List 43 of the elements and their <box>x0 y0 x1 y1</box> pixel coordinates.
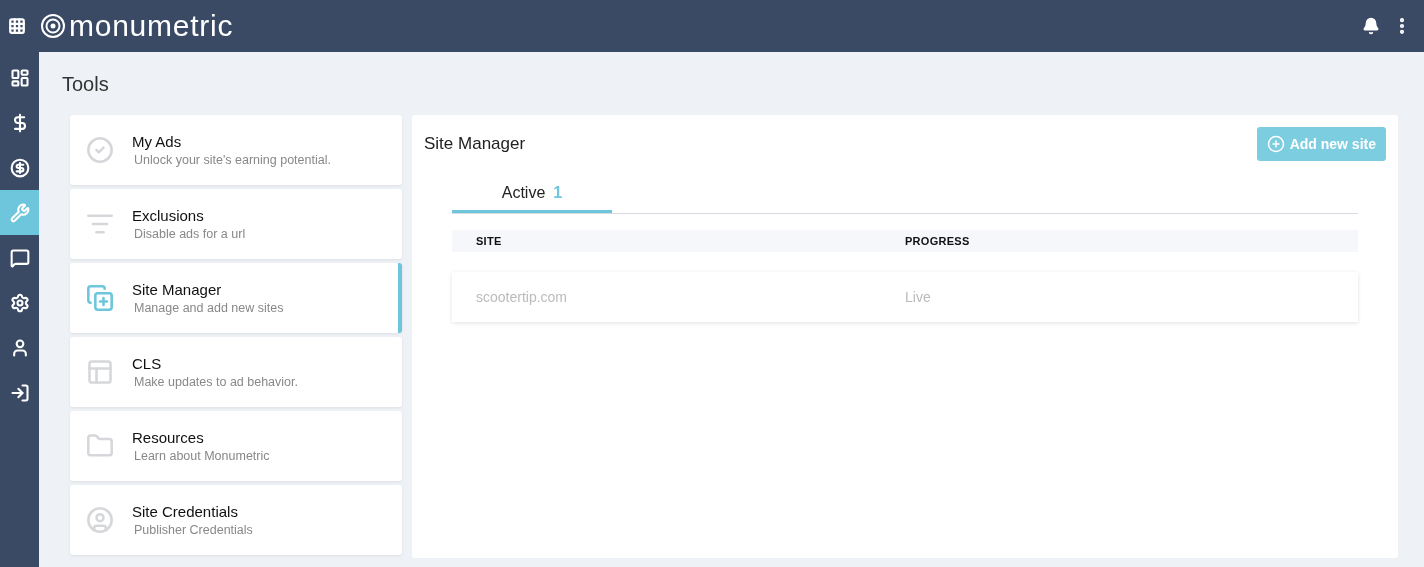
tool-card[interactable]: My Ads Unlock your site's earning potential. <box>70 115 402 185</box>
apps-menu-icon[interactable] <box>8 17 26 35</box>
tool-title: CLS <box>132 354 163 374</box>
tool-subtitle: Learn about Monumetric <box>134 448 270 464</box>
tool-title: My Ads <box>132 132 183 152</box>
add-stack-icon <box>86 284 114 312</box>
dashboard-icon <box>9 67 30 88</box>
tool-title: Resources <box>132 428 205 448</box>
notification-bell-icon[interactable] <box>1362 17 1380 35</box>
panel-title: Site Manager <box>424 133 526 156</box>
tool-subtitle: Manage and add new sites <box>134 300 284 316</box>
folder-icon <box>86 432 114 460</box>
tool-card[interactable]: Resources Learn about Monumetric <box>70 411 402 481</box>
tool-title: Exclusions <box>132 206 205 226</box>
tool-subtitle: Disable ads for a url <box>134 226 246 242</box>
message-icon <box>9 247 30 268</box>
tool-title: Site Credentials <box>132 502 239 522</box>
dollar-coin-icon <box>9 157 30 178</box>
layout-icon <box>86 358 114 386</box>
tool-title: Site Manager <box>132 280 223 300</box>
tab-count: 1 <box>553 182 563 203</box>
user-circle-icon <box>86 506 114 534</box>
wrench-icon <box>9 202 30 223</box>
tool-card[interactable]: CLS Make updates to ad behavior. <box>70 337 402 407</box>
tool-card[interactable]: Site Credentials Publisher Credentials <box>70 485 402 555</box>
tool-subtitle: Make updates to ad behavior. <box>134 374 298 390</box>
site-cell-text: scootertip.com <box>475 287 569 307</box>
tool-card[interactable]: Site Manager Manage and add new sites <box>70 263 402 333</box>
column-header: SITE <box>475 233 503 249</box>
progress-cell-text: Live <box>905 287 931 307</box>
tab-label: Active <box>501 182 546 203</box>
check-circle-icon <box>86 136 114 164</box>
target-logo-icon <box>40 13 66 39</box>
column-header: PROGRESS <box>905 233 970 249</box>
page-title: Tools <box>62 72 109 97</box>
tool-subtitle: Unlock your site's earning potential. <box>134 152 331 168</box>
sign-in-icon <box>9 382 30 403</box>
tool-card[interactable]: Exclusions Disable ads for a url <box>70 189 402 259</box>
logo-text: monumetric <box>69 11 234 41</box>
add-icon <box>1266 135 1285 153</box>
settings-icon <box>9 292 30 313</box>
status-tab[interactable]: Active 1 <box>452 175 612 213</box>
tool-subtitle: Publisher Credentials <box>134 522 253 538</box>
